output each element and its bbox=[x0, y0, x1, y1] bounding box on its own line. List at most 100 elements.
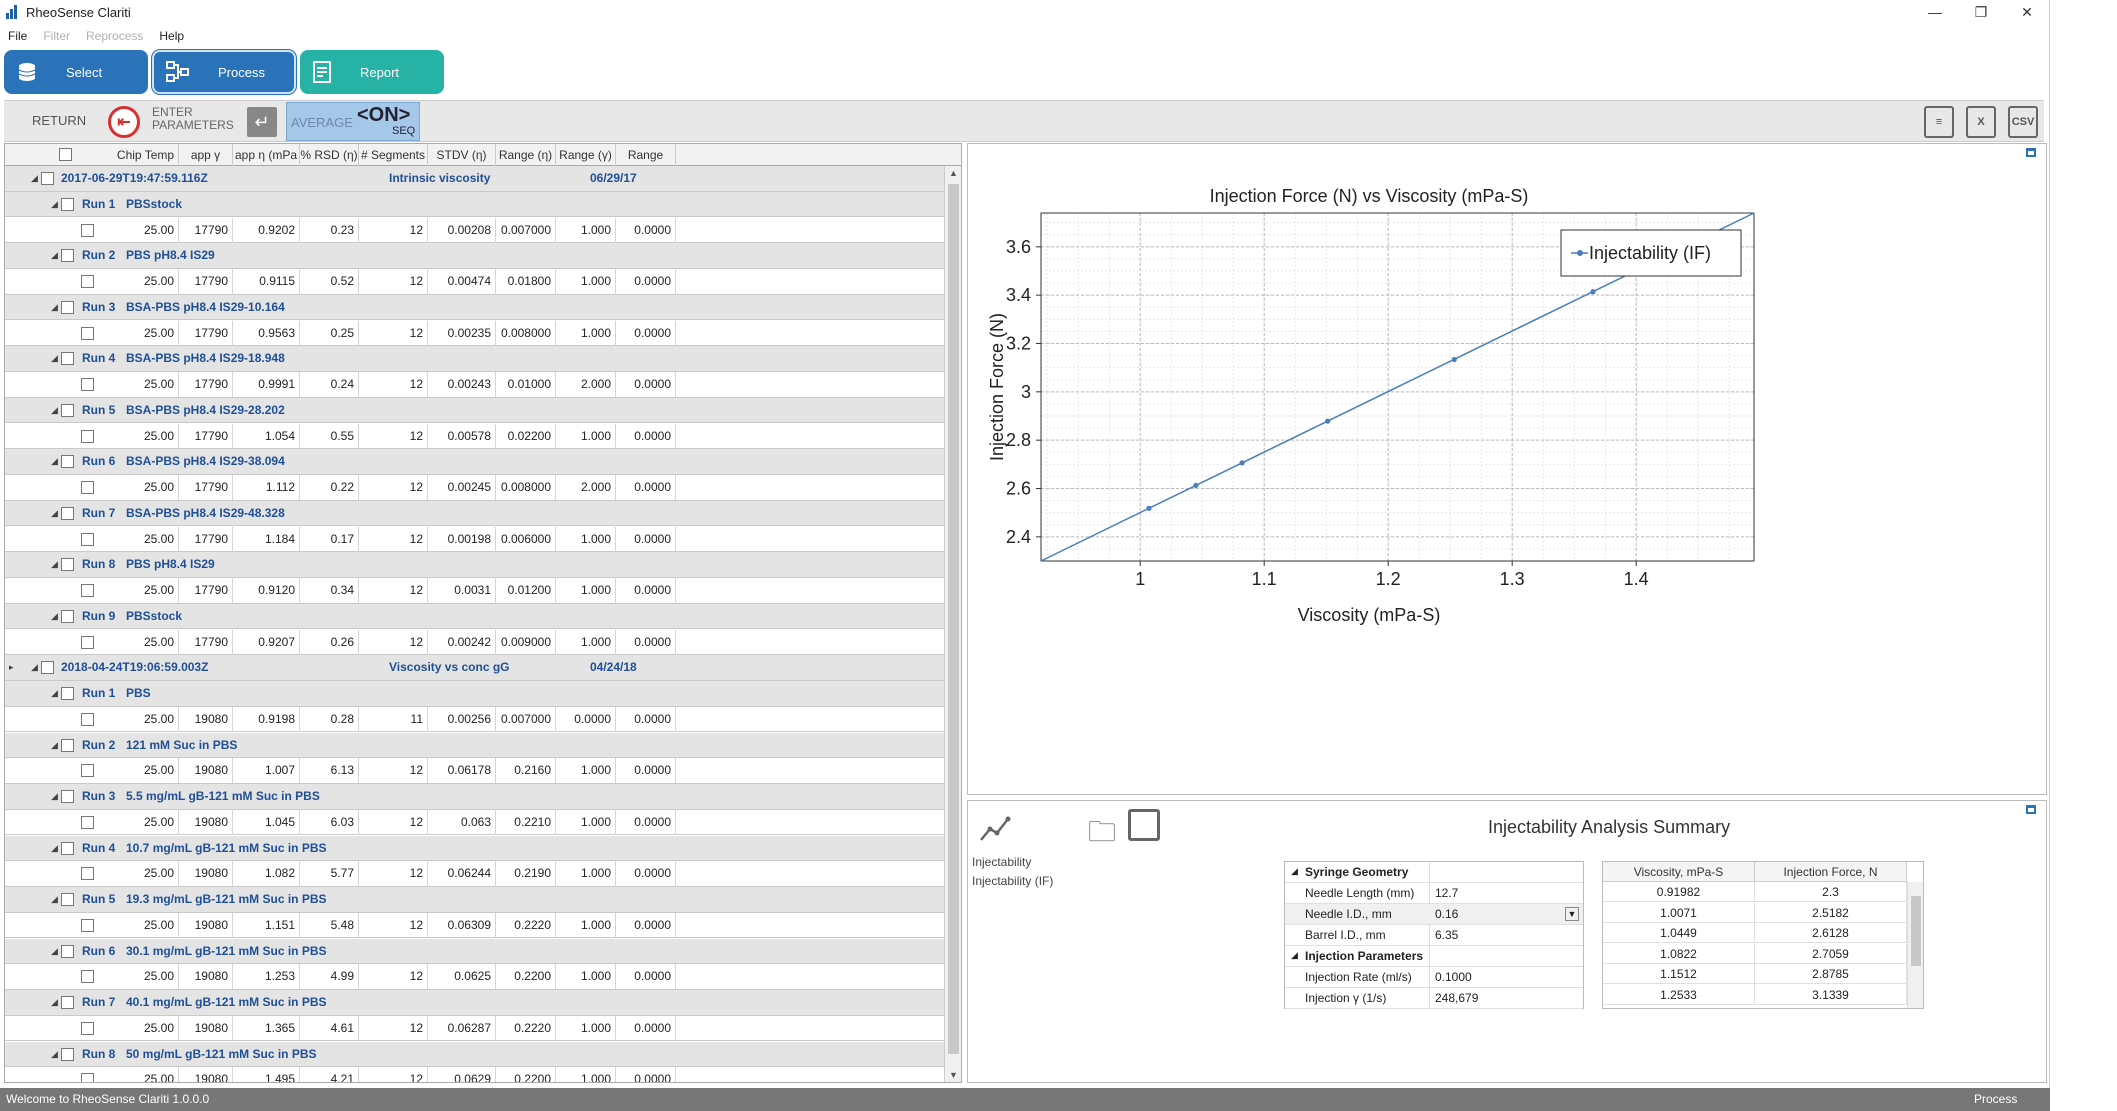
row-checkbox[interactable] bbox=[61, 944, 74, 958]
select-button[interactable]: Select bbox=[4, 50, 148, 94]
run-row[interactable]: ◢ Run 6 30.1 mg/mL gB-121 mM Suc in PBS bbox=[5, 938, 945, 965]
table-row[interactable]: 1.2533 3.1339 bbox=[1603, 984, 1907, 1005]
row-checkbox[interactable] bbox=[61, 506, 74, 520]
row-checkbox[interactable] bbox=[81, 970, 94, 984]
data-row[interactable]: 25.00 19080 1.045 6.03 12 0.063 0.2210 1.000 0.0… bbox=[5, 809, 945, 836]
run-row[interactable]: ◢ Run 5 BSA-PBS pH8.4 IS29-28.202 bbox=[5, 397, 945, 424]
collapse-arrow-icon[interactable]: ◢ bbox=[51, 398, 58, 423]
row-checkbox[interactable] bbox=[81, 584, 94, 597]
run-row[interactable]: ◢ Run 7 BSA-PBS pH8.4 IS29-48.328 bbox=[5, 500, 945, 527]
table-row[interactable]: 0.91982 2.3 bbox=[1603, 882, 1907, 902]
data-row[interactable]: 25.00 17790 0.9991 0.24 12 0.00243 0.01000 2.00… bbox=[5, 372, 945, 398]
property-value[interactable]: 6.35 bbox=[1435, 928, 1458, 942]
table-row[interactable]: 1.1512 2.8785 bbox=[1603, 964, 1907, 984]
property-row[interactable]: Injection γ (1/s) 248,679 bbox=[1285, 988, 1583, 1009]
data-row[interactable]: 25.00 19080 1.082 5.77 12 0.06244 0.2190 1.000 0… bbox=[5, 861, 945, 887]
table-scrollbar[interactable] bbox=[1907, 882, 1923, 1008]
run-row[interactable]: ◢ Run 9 PBSstock bbox=[5, 603, 945, 630]
run-row[interactable]: ◢ Run 3 5.5 mg/mL gB-121 mM Suc in PBS bbox=[5, 784, 945, 810]
property-row[interactable]: Needle I.D., mm 0.16 ▼ bbox=[1285, 904, 1583, 925]
row-checkbox[interactable] bbox=[61, 558, 74, 572]
row-checkbox[interactable] bbox=[81, 378, 94, 391]
row-checkbox[interactable] bbox=[61, 249, 74, 263]
table-row[interactable]: 1.0071 2.5182 bbox=[1603, 902, 1907, 923]
column-header[interactable]: # Segments bbox=[359, 144, 428, 166]
select-all-checkbox[interactable] bbox=[59, 148, 72, 161]
row-checkbox[interactable] bbox=[61, 738, 74, 752]
scroll-down-icon[interactable]: ▼ bbox=[949, 1070, 958, 1080]
row-checkbox[interactable] bbox=[81, 815, 94, 829]
row-checkbox[interactable] bbox=[81, 867, 94, 881]
data-row[interactable]: 25.00 17790 0.9120 0.34 12 0.0031 0.01200 1.000… bbox=[5, 578, 945, 604]
collapse-arrow-icon[interactable]: ◢ bbox=[51, 887, 58, 912]
data-row[interactable]: 25.00 17790 1.184 0.17 12 0.00198 0.006000 1.00… bbox=[5, 526, 945, 553]
maximize-icon[interactable] bbox=[2026, 805, 2036, 814]
property-value[interactable]: 0.16 bbox=[1435, 907, 1458, 921]
process-button[interactable]: Process bbox=[152, 50, 296, 94]
row-checkbox[interactable] bbox=[81, 712, 94, 726]
collapse-arrow-icon[interactable]: ◢ bbox=[51, 346, 58, 371]
row-checkbox[interactable] bbox=[81, 326, 94, 340]
grid-scrollbar[interactable]: ▲ ▼ bbox=[944, 166, 961, 1082]
enter-icon[interactable]: ↵ bbox=[247, 107, 277, 137]
save-icon[interactable] bbox=[1128, 809, 1160, 841]
row-checkbox[interactable] bbox=[61, 455, 74, 469]
collapse-arrow-icon[interactable]: ◢ bbox=[51, 990, 58, 1015]
data-row[interactable]: 25.00 19080 1.151 5.48 12 0.06309 0.2220 1.000 0… bbox=[5, 912, 945, 939]
collapse-arrow-icon[interactable]: ◢ bbox=[51, 604, 58, 629]
property-value[interactable]: 12.7 bbox=[1435, 886, 1458, 900]
run-row[interactable]: ◢ Run 5 19.3 mg/mL gB-121 mM Suc in PBS bbox=[5, 887, 945, 913]
column-header[interactable]: app γ (1/s) bbox=[179, 144, 233, 184]
run-row[interactable]: ◢ Run 6 BSA-PBS pH8.4 IS29-38.094 bbox=[5, 449, 945, 475]
collapse-arrow-icon[interactable]: ◢ bbox=[51, 192, 58, 217]
collapse-arrow-icon[interactable]: ◢ bbox=[1291, 950, 1298, 961]
excel-icon[interactable]: X bbox=[1966, 106, 1996, 138]
expander-icon[interactable]: ▸ bbox=[9, 655, 14, 680]
injectability-label[interactable]: Injectability bbox=[972, 855, 1031, 869]
run-row[interactable]: ◢ Run 4 10.7 mg/mL gB-121 mM Suc in PBS bbox=[5, 835, 945, 862]
close-button[interactable]: ✕ bbox=[2004, 0, 2050, 24]
data-row[interactable]: 25.00 19080 1.495 4.21 12 0.0629 0.2200 1.000 0.… bbox=[5, 1067, 945, 1082]
table-header[interactable]: Injection Force, N bbox=[1755, 862, 1907, 882]
row-checkbox[interactable] bbox=[61, 609, 74, 623]
group-row[interactable]: ◢ 2017-06-29T19:47:59.116Z Intrinsic visco… bbox=[5, 166, 945, 192]
data-row[interactable]: 25.00 17790 0.9115 0.52 12 0.00474 0.01800 1.00… bbox=[5, 269, 945, 295]
data-row[interactable]: 25.00 17790 1.054 0.55 12 0.00578 0.02200 1.000… bbox=[5, 423, 945, 450]
property-row[interactable]: Injection Rate (ml/s) 0.1000 bbox=[1285, 967, 1583, 988]
collapse-arrow-icon[interactable]: ◢ bbox=[51, 681, 58, 706]
row-checkbox[interactable] bbox=[81, 532, 94, 546]
property-value[interactable]: 0.1000 bbox=[1435, 970, 1472, 984]
column-header[interactable]: Range (°C) bbox=[616, 144, 676, 184]
open-folder-icon[interactable]: 🗀 bbox=[1088, 811, 1116, 859]
row-checkbox[interactable] bbox=[61, 790, 74, 803]
row-checkbox[interactable] bbox=[81, 1021, 94, 1035]
run-row[interactable]: ◢ Run 1 PBSstock bbox=[5, 191, 945, 218]
data-row[interactable]: 25.00 19080 0.9198 0.28 11 0.00256 0.007000 0.0… bbox=[5, 706, 945, 733]
restore-button[interactable]: ❐ bbox=[1958, 0, 2004, 24]
collapse-arrow-icon[interactable]: ◢ bbox=[51, 449, 58, 474]
row-checkbox[interactable] bbox=[61, 197, 74, 211]
scroll-up-icon[interactable]: ▲ bbox=[949, 168, 958, 178]
row-checkbox[interactable] bbox=[81, 223, 94, 237]
injectability-if-label[interactable]: Injectability (IF) bbox=[972, 874, 1053, 888]
column-header[interactable]: STDV (η) bbox=[428, 144, 496, 166]
row-checkbox[interactable] bbox=[41, 661, 54, 675]
run-row[interactable]: ◢ Run 1 PBS bbox=[5, 681, 945, 707]
row-checkbox[interactable] bbox=[61, 352, 74, 366]
table-scroll-thumb[interactable] bbox=[1911, 896, 1921, 966]
run-row[interactable]: ◢ Run 4 BSA-PBS pH8.4 IS29-18.948 bbox=[5, 346, 945, 372]
data-row[interactable]: 25.00 17790 0.9563 0.25 12 0.00235 0.008000 1.0… bbox=[5, 320, 945, 347]
data-row[interactable]: 25.00 17790 1.112 0.22 12 0.00245 0.008000 2.00… bbox=[5, 475, 945, 501]
row-checkbox[interactable] bbox=[81, 918, 94, 932]
run-row[interactable]: ◢ Run 3 BSA-PBS pH8.4 IS29-10.164 bbox=[5, 294, 945, 321]
collapse-arrow-icon[interactable]: ◢ bbox=[51, 1042, 58, 1067]
enter-parameters-label[interactable]: ENTER PARAMETERS bbox=[152, 106, 234, 132]
return-label[interactable]: RETURN bbox=[32, 113, 86, 128]
csv-icon[interactable]: CSV bbox=[2008, 106, 2038, 138]
row-checkbox[interactable] bbox=[61, 1047, 74, 1061]
row-checkbox[interactable] bbox=[81, 481, 94, 494]
scroll-thumb[interactable] bbox=[948, 184, 959, 1054]
group-row[interactable]: ◢ 2018-04-24T19:06:59.003Z Viscosity vs co… bbox=[5, 655, 945, 681]
menu-file[interactable]: File bbox=[0, 29, 35, 43]
collapse-arrow-icon[interactable]: ◢ bbox=[51, 501, 58, 526]
